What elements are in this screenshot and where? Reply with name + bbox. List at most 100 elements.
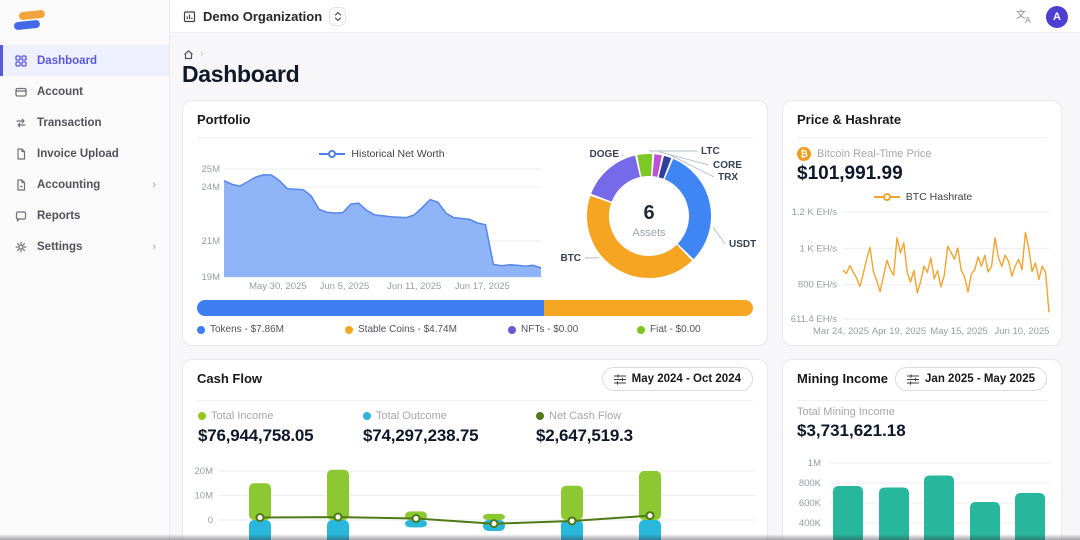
bottom-shade: [0, 534, 1080, 540]
page-title: Dashboard: [182, 61, 299, 88]
line-legend-marker-icon: [319, 150, 345, 159]
svg-text:DOGE: DOGE: [590, 149, 620, 160]
wallet-icon: [15, 86, 27, 98]
divider: [197, 137, 753, 138]
allocation-legend-label: Fiat - $0.00: [650, 324, 701, 335]
networth-area-chart: 25M24M21M19MMay 30, 2025Jun 5, 2025Jun 1…: [196, 159, 546, 293]
allocation-legend-item: NFTs - $0.00: [508, 324, 578, 335]
logo-bar-orange: [19, 10, 46, 21]
breadcrumb: ›: [183, 48, 204, 60]
svg-text:1M: 1M: [808, 458, 821, 469]
stat-value: $2,647,519.3: [536, 426, 633, 446]
avatar[interactable]: A: [1046, 6, 1068, 28]
allocation-legend-item: Stable Coins - $4.74M: [345, 324, 457, 335]
mining-date-range-button[interactable]: Jan 2025 - May 2025: [895, 367, 1047, 391]
sidebar-item-label: Dashboard: [37, 55, 97, 67]
allocation-legend-item: Tokens - $7.86M: [197, 324, 284, 335]
svg-text:Jun 17, 2025: Jun 17, 2025: [455, 281, 510, 292]
mining-card-title: Mining Income: [797, 371, 888, 386]
topbar: Demo Organization 文A A: [170, 0, 1080, 33]
sidebar-item-account[interactable]: Account: [0, 76, 169, 107]
sidebar-item-invoice-upload[interactable]: Invoice Upload: [0, 138, 169, 169]
organization-icon: [183, 10, 196, 23]
date-range-label: Jan 2025 - May 2025: [925, 373, 1035, 385]
svg-text:USDT: USDT: [729, 239, 756, 250]
net-dot-icon: [536, 412, 544, 420]
divider: [797, 137, 1047, 138]
sidebar-item-dashboard[interactable]: Dashboard: [0, 45, 169, 76]
sidebar-item-label: Account: [37, 86, 83, 98]
svg-text:800 EH/s: 800 EH/s: [798, 280, 837, 291]
stat-label: Net Cash Flow: [549, 410, 621, 422]
allocation-legend-label: Tokens - $7.86M: [210, 324, 284, 335]
stable-coins-dot-icon: [345, 326, 353, 334]
chevron-right-icon: ›: [152, 179, 156, 191]
chevron-right-icon: ›: [152, 241, 156, 253]
home-icon[interactable]: [183, 49, 194, 60]
stat-label: Total Income: [211, 410, 273, 422]
app-logo[interactable]: [13, 9, 47, 33]
sidebar-item-reports[interactable]: Reports: [0, 200, 169, 231]
line-legend-marker-icon: [874, 193, 900, 202]
svg-text:20M: 20M: [195, 466, 214, 477]
hashrate-legend: BTC Hashrate: [783, 191, 1063, 203]
asset-allocation-donut-chart: LTCCORETRXUSDTBTCDOGE6Assets: [539, 139, 765, 303]
svg-text:Jun 5, 2025: Jun 5, 2025: [320, 281, 370, 292]
stat-value: $76,944,758.05: [198, 426, 313, 446]
stat-total-outcome: Total Outcome $74,297,238.75: [363, 410, 478, 446]
sidebar-item-label: Reports: [37, 210, 80, 222]
svg-text:Assets: Assets: [632, 227, 666, 239]
outcome-dot-icon: [363, 412, 371, 420]
cash-flow-date-range-button[interactable]: May 2024 - Oct 2024: [602, 367, 753, 391]
language-icon[interactable]: 文A: [1016, 9, 1034, 25]
org-switcher[interactable]: Demo Organization: [183, 0, 346, 33]
svg-text:A: A: [1025, 15, 1031, 25]
svg-text:0: 0: [208, 515, 213, 526]
sidebar: Dashboard Account Transaction Invoice Up…: [0, 0, 170, 540]
bitcoin-icon: ₿: [797, 147, 811, 161]
stacked-bar-stable-coins: [544, 300, 753, 316]
svg-text:May 15, 2025: May 15, 2025: [930, 326, 988, 337]
stat-value: $74,297,238.75: [363, 426, 478, 446]
mining-total-value: $3,731,621.18: [797, 421, 906, 441]
svg-text:TRX: TRX: [718, 172, 738, 183]
svg-text:1.2 K EH/s: 1.2 K EH/s: [792, 207, 838, 218]
sidebar-item-label: Invoice Upload: [37, 148, 119, 160]
sidebar-nav: Dashboard Account Transaction Invoice Up…: [0, 45, 169, 262]
filter-sliders-icon: [907, 374, 919, 385]
stacked-bar-tokens: [197, 300, 544, 316]
date-range-label: May 2024 - Oct 2024: [632, 373, 741, 385]
hashrate-legend-label: BTC Hashrate: [906, 191, 973, 203]
svg-text:800K: 800K: [799, 478, 822, 489]
svg-text:600K: 600K: [799, 498, 822, 509]
portfolio-card: Portfolio Historical Net Worth 25M24M21M…: [182, 100, 768, 346]
allocation-stacked-bar: [197, 300, 753, 316]
svg-text:LTC: LTC: [701, 146, 720, 157]
file-icon: [15, 148, 27, 160]
svg-text:1 K EH/s: 1 K EH/s: [800, 243, 838, 254]
cash-flow-card: Cash Flow May 2024 - Oct 2024 Total Inco…: [182, 359, 768, 540]
svg-text:19M: 19M: [202, 272, 221, 283]
svg-text:611.4 EH/s: 611.4 EH/s: [791, 314, 837, 325]
report-icon: [15, 210, 27, 222]
svg-text:Jun 11, 2025: Jun 11, 2025: [387, 281, 441, 292]
income-dot-icon: [198, 412, 206, 420]
svg-text:400K: 400K: [799, 518, 822, 529]
sidebar-item-transaction[interactable]: Transaction: [0, 107, 169, 138]
sidebar-item-label: Transaction: [37, 117, 102, 129]
divider: [197, 400, 753, 401]
mining-income-card: Mining Income Jan 2025 - May 2025 Total …: [782, 359, 1062, 540]
allocation-legend-label: Stable Coins - $4.74M: [358, 324, 457, 335]
svg-text:May 30, 2025: May 30, 2025: [249, 281, 307, 292]
org-select-toggle[interactable]: [329, 7, 346, 26]
chevron-up-down-icon: [334, 11, 342, 22]
transfer-icon: [15, 117, 27, 129]
cash-flow-bar-chart: 20M10M0-10M-20M: [183, 455, 769, 540]
grid-icon: [15, 55, 27, 67]
sidebar-item-settings[interactable]: Settings ›: [0, 231, 169, 262]
stat-total-income: Total Income $76,944,758.05: [198, 410, 313, 446]
sidebar-item-label: Settings: [37, 241, 82, 253]
svg-text:10M: 10M: [195, 491, 214, 502]
sidebar-item-accounting[interactable]: Accounting ›: [0, 169, 169, 200]
org-name: Demo Organization: [203, 9, 322, 24]
